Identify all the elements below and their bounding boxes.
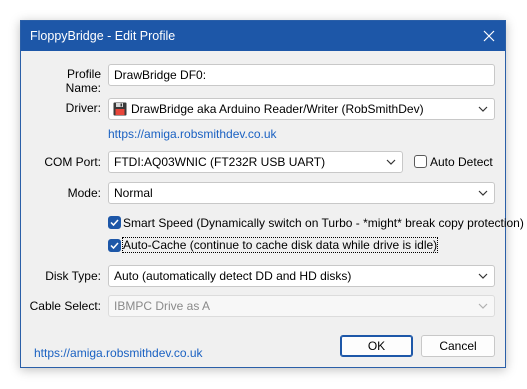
title-bar: FloppyBridge - Edit Profile xyxy=(21,21,505,51)
cable-select-select[interactable]: IBMPC Drive as A xyxy=(108,295,495,317)
disk-type-select[interactable]: Auto (automatically detect DD and HD dis… xyxy=(108,265,495,287)
disk-type-value: Auto (automatically detect DD and HD dis… xyxy=(114,269,352,283)
cable-select-label: Cable Select: xyxy=(29,299,101,313)
dialog-body: Profile Name: DrawBridge DF0: Driver: Dr… xyxy=(21,51,524,367)
profile-name-value: DrawBridge DF0: xyxy=(114,68,207,82)
driver-value: DrawBridge aka Arduino Reader/Writer (Ro… xyxy=(131,102,424,116)
driver-label: Driver: xyxy=(65,101,101,115)
floppy-disk-icon xyxy=(113,102,127,116)
com-port-select[interactable]: FTDI:AQ03WNIC (FT232R USB UART) xyxy=(108,151,403,173)
chevron-down-icon xyxy=(478,273,488,279)
ok-button[interactable]: OK xyxy=(340,335,413,357)
auto-cache-label: Auto-Cache (continue to cache disk data … xyxy=(121,237,439,253)
cancel-button[interactable]: Cancel xyxy=(421,335,495,357)
mode-select[interactable]: Normal xyxy=(108,182,495,204)
auto-detect-label: Auto Detect xyxy=(430,155,493,169)
com-port-value: FTDI:AQ03WNIC (FT232R USB UART) xyxy=(114,155,326,169)
driver-website-link[interactable]: https://amiga.robsmithdev.co.uk xyxy=(108,127,277,141)
mode-label: Mode: xyxy=(67,186,101,200)
auto-cache-checkbox[interactable] xyxy=(108,239,121,252)
footer-website-link[interactable]: https://amiga.robsmithdev.co.uk xyxy=(34,346,203,360)
auto-detect-checkbox[interactable] xyxy=(414,155,427,168)
chevron-down-icon xyxy=(478,303,488,309)
driver-select[interactable]: DrawBridge aka Arduino Reader/Writer (Ro… xyxy=(108,98,495,120)
cable-select-value: IBMPC Drive as A xyxy=(114,299,211,313)
chevron-down-icon xyxy=(386,159,396,165)
profile-name-input[interactable]: DrawBridge DF0: xyxy=(108,64,495,86)
disk-type-label: Disk Type: xyxy=(45,269,101,283)
smart-speed-label: Smart Speed (Dynamically switch on Turbo… xyxy=(123,216,524,230)
window-title: FloppyBridge - Edit Profile xyxy=(30,29,176,43)
checkmark-icon xyxy=(110,242,119,250)
com-port-label: COM Port: xyxy=(44,155,101,169)
chevron-down-icon xyxy=(478,190,488,196)
mode-value: Normal xyxy=(114,186,153,200)
smart-speed-checkbox[interactable] xyxy=(108,216,121,229)
profile-name-label: Profile Name: xyxy=(65,67,101,95)
close-icon xyxy=(483,30,495,42)
chevron-down-icon xyxy=(478,106,488,112)
edit-profile-dialog: FloppyBridge - Edit Profile Profile Name… xyxy=(20,20,524,368)
close-button[interactable] xyxy=(473,21,505,51)
checkmark-icon xyxy=(110,219,119,227)
